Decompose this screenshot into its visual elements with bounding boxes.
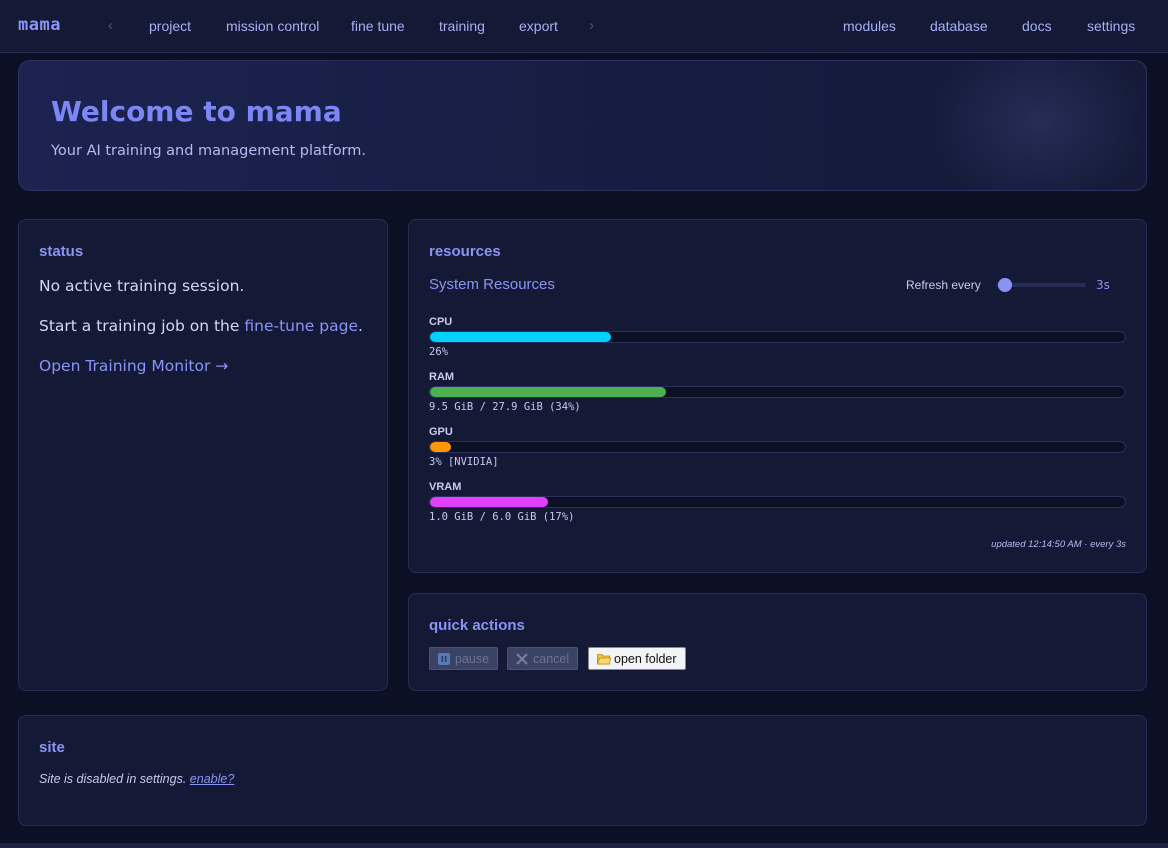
- start-job-text: Start a training job on the fine-tune pa…: [39, 317, 363, 335]
- nav-link-mission-control[interactable]: mission control: [226, 18, 319, 34]
- nav-link-docs[interactable]: docs: [1022, 18, 1052, 34]
- resource-label-gpu: GPU: [429, 426, 453, 438]
- chevron-right-icon[interactable]: ›: [589, 17, 594, 34]
- start-job-prefix: Start a training job on the: [39, 317, 245, 335]
- refresh-label: Refresh every: [906, 278, 981, 292]
- cancel-label: cancel: [533, 651, 570, 666]
- no-session-text: No active training session.: [39, 277, 245, 295]
- nav-link-settings[interactable]: settings: [1087, 18, 1135, 34]
- resources-card: resources System Resources Refresh every…: [408, 219, 1147, 573]
- resource-value-ram: 9.5 GiB / 27.9 GiB (34%): [429, 401, 581, 413]
- refresh-slider-handle[interactable]: [998, 278, 1012, 292]
- resource-bar-fill-ram: [430, 387, 667, 397]
- chevron-left-icon[interactable]: ‹: [108, 17, 113, 34]
- resource-value-cpu: 26%: [429, 346, 448, 358]
- resource-bar-gpu: [429, 441, 1126, 453]
- nav-link-modules[interactable]: modules: [843, 18, 896, 34]
- nav-link-training[interactable]: training: [439, 18, 485, 34]
- hero-subtitle: Your AI training and management platform…: [51, 143, 366, 159]
- welcome-hero: Welcome to mama Your AI training and man…: [18, 60, 1147, 191]
- nav-link-fine-tune[interactable]: fine tune: [351, 18, 405, 34]
- resource-label-ram: RAM: [429, 371, 455, 383]
- resource-label-vram: VRAM: [429, 481, 462, 493]
- start-job-suffix: .: [357, 317, 363, 335]
- status-card: status No active training session. Start…: [18, 219, 388, 691]
- open-training-monitor-link[interactable]: Open Training Monitor →: [39, 357, 228, 375]
- pause-icon: [438, 652, 450, 665]
- quick-actions-title: quick actions: [429, 617, 525, 634]
- cancel-button[interactable]: cancel: [507, 647, 579, 670]
- resources-card-title: resources: [429, 243, 501, 260]
- bottom-border: [0, 843, 1168, 848]
- site-card: site Site is disabled in settings. enabl…: [18, 715, 1147, 826]
- site-disabled-message: Site is disabled in settings.: [39, 772, 187, 786]
- top-navbar: mama ‹ project mission control fine tune…: [0, 0, 1168, 53]
- system-resources-title: System Resources: [429, 276, 555, 293]
- resource-bar-fill-gpu: [430, 442, 451, 452]
- x-icon: [516, 652, 528, 665]
- refresh-value: 3s: [1096, 278, 1110, 292]
- open-folder-label: open folder: [614, 651, 677, 666]
- folder-icon: [596, 653, 611, 665]
- status-card-title: status: [39, 243, 84, 260]
- quick-actions-card: quick actions pause cancel open folder: [408, 593, 1147, 691]
- updated-timestamp: updated 12:14:50 AM · every 3s: [991, 539, 1126, 550]
- resource-label-cpu: CPU: [429, 316, 453, 328]
- resource-bar-vram: [429, 496, 1126, 508]
- pause-button[interactable]: pause: [429, 647, 499, 670]
- resource-bar-fill-cpu: [430, 332, 611, 342]
- pause-label: pause: [455, 651, 490, 666]
- enable-site-link[interactable]: enable?: [190, 772, 235, 786]
- open-folder-button[interactable]: open folder: [588, 647, 686, 670]
- site-disabled-text: Site is disabled in settings. enable?: [39, 772, 234, 786]
- site-card-title: site: [39, 739, 65, 756]
- nav-link-export[interactable]: export: [519, 18, 558, 34]
- resource-bar-cpu: [429, 331, 1126, 343]
- hero-title: Welcome to mama: [51, 95, 342, 128]
- refresh-slider[interactable]: [996, 278, 1086, 292]
- resource-value-vram: 1.0 GiB / 6.0 GiB (17%): [429, 511, 575, 523]
- resource-bar-ram: [429, 386, 1126, 398]
- resource-bar-fill-vram: [430, 497, 549, 507]
- fine-tune-page-link[interactable]: fine-tune page: [244, 317, 358, 335]
- nav-link-database[interactable]: database: [930, 18, 988, 34]
- nav-link-project[interactable]: project: [149, 18, 191, 34]
- brand-logo[interactable]: mama: [18, 15, 61, 35]
- resource-value-gpu: 3% [NVIDIA]: [429, 456, 499, 468]
